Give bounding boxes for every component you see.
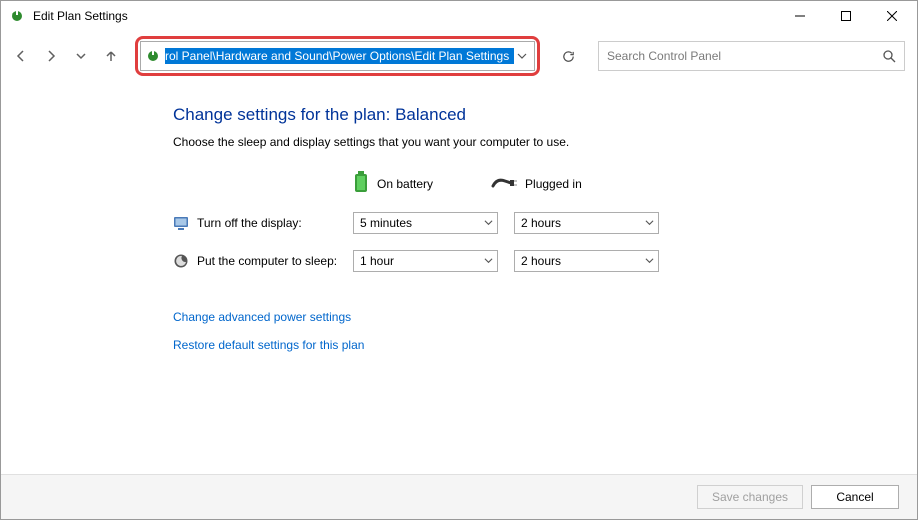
link-restore[interactable]: Restore default settings for this plan: [173, 338, 917, 352]
refresh-button[interactable]: [554, 41, 582, 71]
forward-button[interactable]: [43, 48, 59, 64]
search-box[interactable]: [598, 41, 905, 71]
sleep-battery-select[interactable]: 1 hour: [353, 250, 498, 272]
address-dropdown[interactable]: [514, 48, 530, 64]
nav-row: rol Panel\Hardware and Sound\Power Optio…: [1, 31, 917, 81]
up-button[interactable]: [103, 48, 119, 64]
window-title: Edit Plan Settings: [33, 9, 777, 23]
col-plugged-label: Plugged in: [525, 177, 582, 191]
chevron-down-icon: [484, 216, 493, 230]
highlight-annotation: rol Panel\Hardware and Sound\Power Optio…: [135, 36, 540, 76]
minimize-button[interactable]: [777, 1, 823, 31]
link-advanced[interactable]: Change advanced power settings: [173, 310, 917, 324]
window: Edit Plan Settings rol Panel\Hardware an…: [0, 0, 918, 520]
save-button[interactable]: Save changes: [697, 485, 803, 509]
cancel-button[interactable]: Cancel: [811, 485, 899, 509]
address-bar[interactable]: rol Panel\Hardware and Sound\Power Optio…: [140, 41, 535, 71]
recent-dropdown[interactable]: [73, 48, 89, 64]
sleep-plugged-select[interactable]: 2 hours: [514, 250, 659, 272]
plug-icon: [491, 174, 517, 193]
page-subtext: Choose the sleep and display settings th…: [173, 135, 917, 149]
display-icon: [173, 215, 189, 231]
titlebar: Edit Plan Settings: [1, 1, 917, 31]
maximize-button[interactable]: [823, 1, 869, 31]
links: Change advanced power settings Restore d…: [173, 310, 917, 352]
content: Change settings for the plan: Balanced C…: [1, 81, 917, 474]
page-heading: Change settings for the plan: Balanced: [173, 105, 917, 125]
footer: Save changes Cancel: [1, 474, 917, 519]
window-controls: [777, 1, 915, 31]
display-battery-select[interactable]: 5 minutes: [353, 212, 498, 234]
search-icon: [882, 49, 896, 63]
row-display: Turn off the display: 5 minutes 2 hours: [173, 212, 917, 234]
chevron-down-icon: [645, 216, 654, 230]
search-input[interactable]: [607, 49, 882, 63]
address-text[interactable]: rol Panel\Hardware and Sound\Power Optio…: [165, 48, 514, 64]
address-icon: [145, 48, 161, 64]
row-display-label: Turn off the display:: [197, 216, 353, 230]
col-battery-label: On battery: [377, 177, 433, 191]
sleep-icon: [173, 253, 189, 269]
chevron-down-icon: [645, 254, 654, 268]
row-sleep-label: Put the computer to sleep:: [197, 254, 353, 268]
chevron-down-icon: [484, 254, 493, 268]
nav-buttons: [13, 48, 119, 64]
col-plugged: Plugged in: [491, 171, 582, 196]
column-headers: On battery Plugged in: [353, 171, 917, 196]
app-icon: [9, 8, 25, 24]
battery-icon: [353, 171, 369, 196]
row-sleep: Put the computer to sleep: 1 hour 2 hour…: [173, 250, 917, 272]
back-button[interactable]: [13, 48, 29, 64]
close-button[interactable]: [869, 1, 915, 31]
col-battery: On battery: [353, 171, 433, 196]
display-plugged-select[interactable]: 2 hours: [514, 212, 659, 234]
